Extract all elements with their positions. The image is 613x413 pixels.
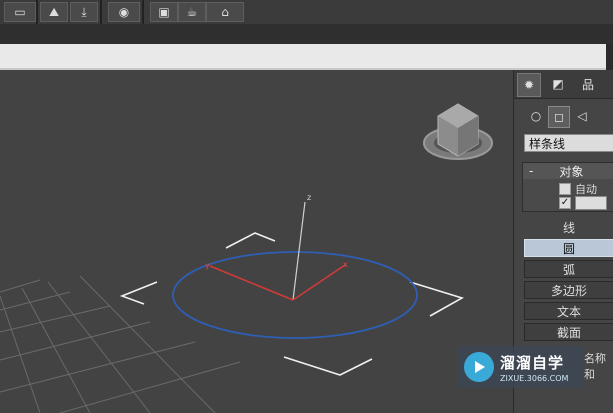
watermark-brand: 溜溜自学	[500, 353, 565, 372]
start-new-shape-button[interactable]	[575, 196, 607, 210]
hierarchy-tab-icon[interactable]: 品	[577, 73, 599, 95]
toolbar-separator	[36, 0, 38, 24]
create-subtabs: ○ ◻ ◁	[520, 104, 613, 128]
lights-icon[interactable]: ◁	[572, 106, 592, 126]
rollout-header[interactable]: - 对象	[523, 163, 613, 179]
home-grid	[0, 275, 241, 413]
ngon-button[interactable]: 多边形	[524, 281, 613, 299]
material-editor-icon[interactable]: ◉	[108, 2, 140, 22]
render-setup-icon[interactable]: ⤓	[70, 2, 98, 22]
render-production-icon[interactable]: ⌂	[206, 2, 244, 22]
shapes-icon[interactable]: ◻	[548, 106, 570, 128]
main-toolbar: ▭ ⛰ ⤓ ◉ ▣ ☕ ⌂	[0, 0, 613, 25]
arc-button[interactable]: 弧	[524, 260, 613, 278]
auto-grid-label: 自动	[575, 183, 597, 196]
transform-gizmo: z x y	[205, 193, 348, 301]
text-button[interactable]: 文本	[524, 302, 613, 320]
modify-tab-icon[interactable]: ◩	[547, 73, 569, 95]
ribbon-bar	[0, 44, 606, 70]
axis-label-z: z	[307, 193, 311, 202]
toolbar-separator	[142, 0, 144, 24]
watermark: 溜溜自学 ZIXUE.3066.COM	[458, 346, 584, 388]
viewcube-icon	[423, 103, 493, 160]
name-color-rollout-label: 名称和	[584, 352, 606, 381]
viewport-scene: z x y	[0, 103, 493, 413]
start-new-shape-checkbox[interactable]: ✓	[559, 197, 571, 209]
render-frame-icon[interactable]: ▣	[150, 2, 178, 22]
circle-button[interactable]: 圆	[524, 239, 613, 257]
ribbon-gap	[0, 24, 613, 44]
command-panel-tabs: ✹ ◩ 品	[514, 70, 613, 99]
axis-label-x: x	[343, 260, 348, 269]
watermark-url: ZIXUE.3066.COM	[500, 373, 569, 383]
rollout-collapse-symbol: -	[529, 164, 534, 178]
select-region-icon[interactable]: ▭	[4, 2, 36, 22]
rollout-title: 对象	[559, 164, 584, 179]
axis-label-y: y	[205, 261, 210, 270]
curve-editor-icon[interactable]: ⛰	[40, 2, 68, 22]
play-logo-icon	[464, 352, 494, 382]
geometry-icon[interactable]: ○	[526, 106, 546, 126]
create-tab-icon[interactable]: ✹	[517, 73, 541, 97]
toolbar-separator	[100, 0, 102, 24]
auto-grid-checkbox[interactable]	[559, 183, 571, 195]
watermark-text: 溜溜自学 ZIXUE.3066.COM	[500, 352, 568, 383]
teapot-render-icon[interactable]: ☕	[178, 2, 206, 22]
object-type-rollout: - 对象 自动 ✓	[522, 162, 613, 212]
line-button[interactable]: 线	[524, 218, 613, 236]
selection-brackets	[119, 232, 465, 376]
section-button[interactable]: 截面	[524, 323, 613, 341]
category-dropdown[interactable]: 样条线	[524, 134, 613, 152]
perspective-viewport[interactable]: z x y	[0, 70, 513, 413]
